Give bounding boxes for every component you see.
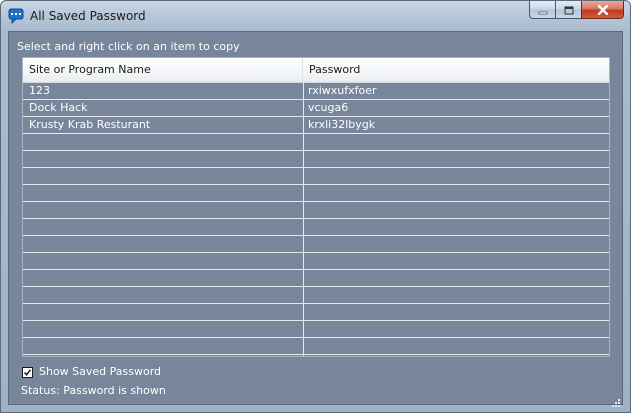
site-cell: Dock Hack bbox=[29, 101, 88, 114]
grid-line bbox=[23, 252, 609, 253]
list-body[interactable]: 123 rxiwxufxfoer Dock Hack vcuga6 Krusty Kra… bbox=[23, 83, 609, 356]
window-title: All Saved Password bbox=[30, 9, 146, 23]
site-cell: Krusty Krab Resturant bbox=[29, 118, 151, 131]
password-cell: vcuga6 bbox=[308, 101, 349, 114]
window-controls bbox=[529, 1, 624, 21]
show-password-toggle[interactable]: Show Saved Password bbox=[22, 365, 161, 379]
show-password-checkbox[interactable] bbox=[22, 366, 33, 378]
title-bar[interactable]: All Saved Password bbox=[1, 1, 630, 31]
column-header-password[interactable]: Password bbox=[303, 58, 609, 82]
column-header-site[interactable]: Site or Program Name bbox=[23, 58, 303, 82]
maximize-icon bbox=[564, 1, 574, 19]
grid-line bbox=[23, 320, 609, 321]
maximize-button[interactable] bbox=[555, 1, 581, 19]
grid-line bbox=[23, 337, 609, 338]
close-icon bbox=[597, 1, 609, 19]
table-row[interactable]: Krusty Krab Resturant krxli32lbygk bbox=[23, 117, 609, 134]
minimize-icon bbox=[538, 1, 548, 19]
chat-bubble-icon bbox=[8, 8, 24, 25]
grid-line bbox=[23, 354, 609, 355]
grid-line bbox=[23, 303, 609, 304]
grid-line bbox=[23, 235, 609, 236]
instruction-label: Select and right click on an item to cop… bbox=[17, 40, 240, 53]
show-password-label: Show Saved Password bbox=[39, 365, 162, 378]
grid-line bbox=[23, 167, 609, 168]
grid-line bbox=[23, 286, 609, 287]
grid-line bbox=[23, 184, 609, 185]
status-label: Status: Password is shown bbox=[21, 384, 166, 397]
password-cell: krxli32lbygk bbox=[308, 118, 376, 131]
grid-line bbox=[23, 150, 609, 151]
grid-line bbox=[23, 269, 609, 270]
password-list[interactable]: Site or Program Name Password 123 rxiwxuf… bbox=[22, 57, 610, 357]
close-button[interactable] bbox=[581, 1, 624, 19]
main-window: All Saved Password Select and right clic… bbox=[0, 0, 631, 413]
minimize-button[interactable] bbox=[529, 1, 555, 19]
site-cell: 123 bbox=[29, 84, 50, 97]
list-header: Site or Program Name Password bbox=[23, 58, 609, 83]
grid-line bbox=[23, 218, 609, 219]
grid-line bbox=[23, 201, 609, 202]
password-cell: rxiwxufxfoer bbox=[308, 84, 377, 97]
checkmark-icon bbox=[23, 368, 32, 376]
table-row[interactable]: 123 rxiwxufxfoer bbox=[23, 83, 609, 100]
table-row[interactable]: Dock Hack vcuga6 bbox=[23, 100, 609, 117]
resize-grip-icon[interactable] bbox=[610, 392, 620, 407]
